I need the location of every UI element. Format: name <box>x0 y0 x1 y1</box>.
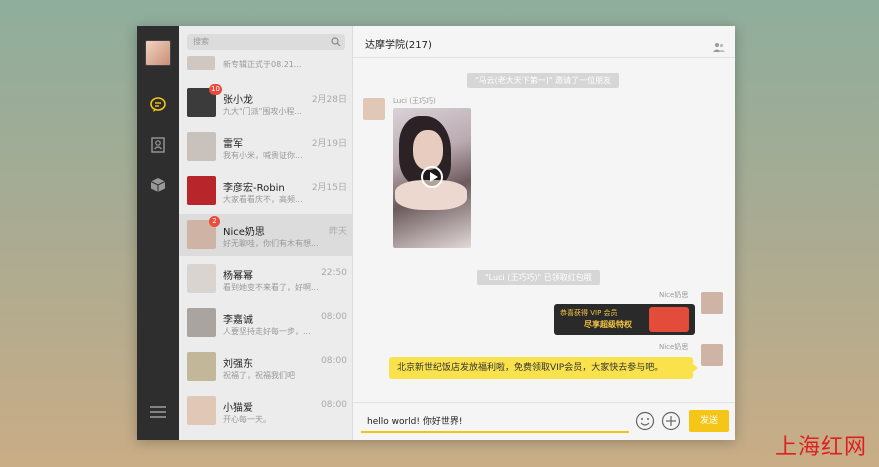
system-message: "马云(老大天下第一)" 邀请了一位朋友 <box>467 73 620 88</box>
chat-header: 达摩学院(217) <box>353 26 735 58</box>
message-preview: 好无聊哇，你们有木有想... <box>223 239 319 248</box>
video-message[interactable] <box>393 108 471 248</box>
search-input[interactable]: 搜索 <box>187 34 345 50</box>
avatar <box>187 264 216 293</box>
avatar <box>187 176 216 205</box>
search-placeholder: 搜索 <box>193 37 209 46</box>
vip-line2: 尽享超级特权 <box>584 320 632 329</box>
list-item[interactable]: 李嘉诚 08:00 人要坚持走好每一步，... <box>179 302 352 344</box>
list-item[interactable]: 李彦宏-Robin 2月15日 大家看看庆不，高频... <box>179 170 352 212</box>
menu-icon[interactable] <box>149 404 167 418</box>
unread-badge: 10 <box>209 84 222 95</box>
contact-name: 李彦宏-Robin <box>223 183 285 194</box>
contact-name: 杨幂幂 <box>223 271 253 282</box>
avatar <box>187 308 216 337</box>
message-preview: 祝福了，祝福我们吧 <box>223 371 295 380</box>
timestamp: 08:00 <box>321 400 347 410</box>
box-icon[interactable] <box>149 176 167 194</box>
message-preview: 开心每一天。 <box>223 415 271 424</box>
contact-name: 刘强东 <box>223 359 253 370</box>
chat-icon[interactable] <box>149 96 167 114</box>
list-item-preview: 新专辑正式于08.21... <box>223 60 302 69</box>
unread-badge: 2 <box>209 216 220 227</box>
wechat-window: 搜索 新专辑正式于08.21... 10 张小龙 2月28日 九大"门派"围攻小… <box>137 26 735 440</box>
timestamp: 昨天 <box>328 227 347 237</box>
send-button[interactable]: 发送 <box>689 410 729 432</box>
avatar <box>701 344 723 366</box>
timestamp: 2月15日 <box>311 183 347 193</box>
contact-name: 雷军 <box>223 139 243 150</box>
avatar <box>363 98 385 120</box>
plus-icon[interactable] <box>661 411 681 431</box>
contact-name: 李嘉诚 <box>223 315 253 326</box>
message-input[interactable]: hello world! 你好世界! <box>361 411 629 433</box>
list-item[interactable]: 雷军 2月19日 我有小米，喊贵证你... <box>179 126 352 168</box>
avatar <box>187 56 215 70</box>
play-icon[interactable] <box>421 166 443 188</box>
message-preview: 九大"门派"围攻小程... <box>223 107 302 116</box>
list-item[interactable]: 10 张小龙 2月28日 九大"门派"围攻小程... <box>179 82 352 124</box>
gift-icon <box>649 307 689 332</box>
system-message: "Luci (王巧巧)" 已领取红包哦 <box>477 270 600 285</box>
sender-name: Nice奶思 <box>659 343 689 351</box>
avatar <box>701 292 723 314</box>
list-item[interactable]: 2 Nice奶思 昨天 好无聊哇，你们有木有想... <box>179 214 352 256</box>
timestamp: 08:00 <box>321 312 347 322</box>
composer: hello world! 你好世界! 发送 <box>353 402 735 440</box>
contact-name: 张小龙 <box>223 95 253 106</box>
sender-name: Nice奶思 <box>659 291 689 299</box>
vip-card-message[interactable]: 恭喜获得 VIP 会员 尽享超级特权 <box>554 304 695 335</box>
avatar <box>187 352 216 381</box>
message-preview: 我有小米，喊贵证你... <box>223 151 303 160</box>
message-preview: 大家看看庆不，高频... <box>223 195 303 204</box>
avatar <box>187 132 216 161</box>
watermark: 上海红网 <box>774 435 867 460</box>
list-item[interactable]: 小猫爱 08:00 开心每一天。 <box>179 390 352 432</box>
search-icon[interactable] <box>331 37 341 47</box>
nav-rail <box>137 26 179 440</box>
contact-name: 小猫爱 <box>223 403 253 414</box>
chat-title: 达摩学院(217) <box>365 40 432 51</box>
timestamp: 2月28日 <box>311 95 347 105</box>
timestamp: 08:00 <box>321 356 347 366</box>
sender-name: Luci (王巧巧) <box>393 97 436 105</box>
message-bubble: 北京新世纪饭店发放福利啦，免费领取VIP会员，大家快去参与吧。 <box>389 357 698 379</box>
list-item[interactable]: 刘强东 08:00 祝福了，祝福我们吧 <box>179 346 352 388</box>
members-icon[interactable] <box>713 37 725 52</box>
vip-line1: 恭喜获得 VIP 会员 <box>560 309 618 317</box>
chat-panel: 达摩学院(217) "马云(老大天下第一)" 邀请了一位朋友 Luci (王巧巧… <box>353 26 735 440</box>
list-item[interactable]: 杨幂幂 22:50 看到她变不来看了，好啊... <box>179 258 352 300</box>
emoji-icon[interactable] <box>635 411 655 431</box>
contact-name: Nice奶思 <box>223 227 265 238</box>
contacts-icon[interactable] <box>149 136 167 154</box>
message-preview: 看到她变不来看了，好啊... <box>223 283 319 292</box>
chat-list: 搜索 新专辑正式于08.21... 10 张小龙 2月28日 九大"门派"围攻小… <box>179 26 353 440</box>
timestamp: 2月19日 <box>311 139 347 149</box>
avatar <box>187 396 216 425</box>
my-avatar[interactable] <box>145 40 171 66</box>
timestamp: 22:50 <box>321 268 347 278</box>
message-preview: 人要坚持走好每一步，... <box>223 327 311 336</box>
